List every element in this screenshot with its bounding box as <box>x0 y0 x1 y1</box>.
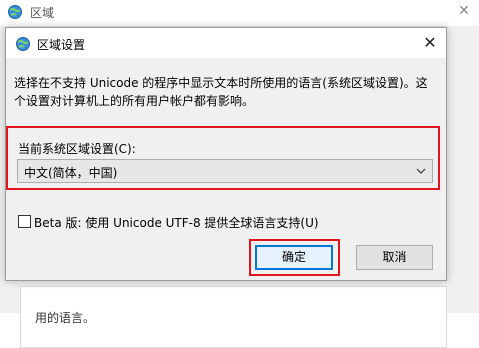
system-locale-group: 当前系统区域设置(C): 中文(简体，中国) <box>6 126 440 190</box>
chevron-down-icon <box>416 168 426 174</box>
cancel-button[interactable]: 取消 <box>356 245 433 270</box>
region-window-partial-text: 用的语言。 <box>35 311 96 325</box>
globe-icon <box>8 5 22 19</box>
close-icon[interactable]: ✕ <box>414 28 446 58</box>
close-icon[interactable]: ✕ <box>455 2 473 20</box>
dialog-titlebar: 区域设置 ✕ <box>6 28 446 58</box>
region-window-title: 区域 <box>30 6 55 20</box>
region-window-titlebar: 区域 ✕ <box>0 0 479 26</box>
region-window-content: 用的语言。 <box>20 286 447 348</box>
system-locale-label: 当前系统区域设置(C): <box>18 142 136 156</box>
system-locale-value: 中文(简体，中国) <box>24 166 118 180</box>
dialog-title: 区域设置 <box>37 38 86 52</box>
globe-icon <box>16 37 30 51</box>
system-locale-dropdown[interactable]: 中文(简体，中国) <box>17 159 433 183</box>
dialog-description: 选择在不支持 Unicode 的程序中显示文本时所使用的语言(系统区域设置)。这… <box>14 76 428 108</box>
region-settings-dialog: 区域设置 ✕ 选择在不支持 Unicode 的程序中显示文本时所使用的语言(系统… <box>5 27 447 281</box>
ok-button[interactable]: 确定 <box>255 245 333 270</box>
beta-utf8-label[interactable]: Beta 版: 使用 Unicode UTF-8 提供全球语言支持(U) <box>34 214 319 231</box>
beta-utf8-checkbox[interactable] <box>18 215 31 228</box>
